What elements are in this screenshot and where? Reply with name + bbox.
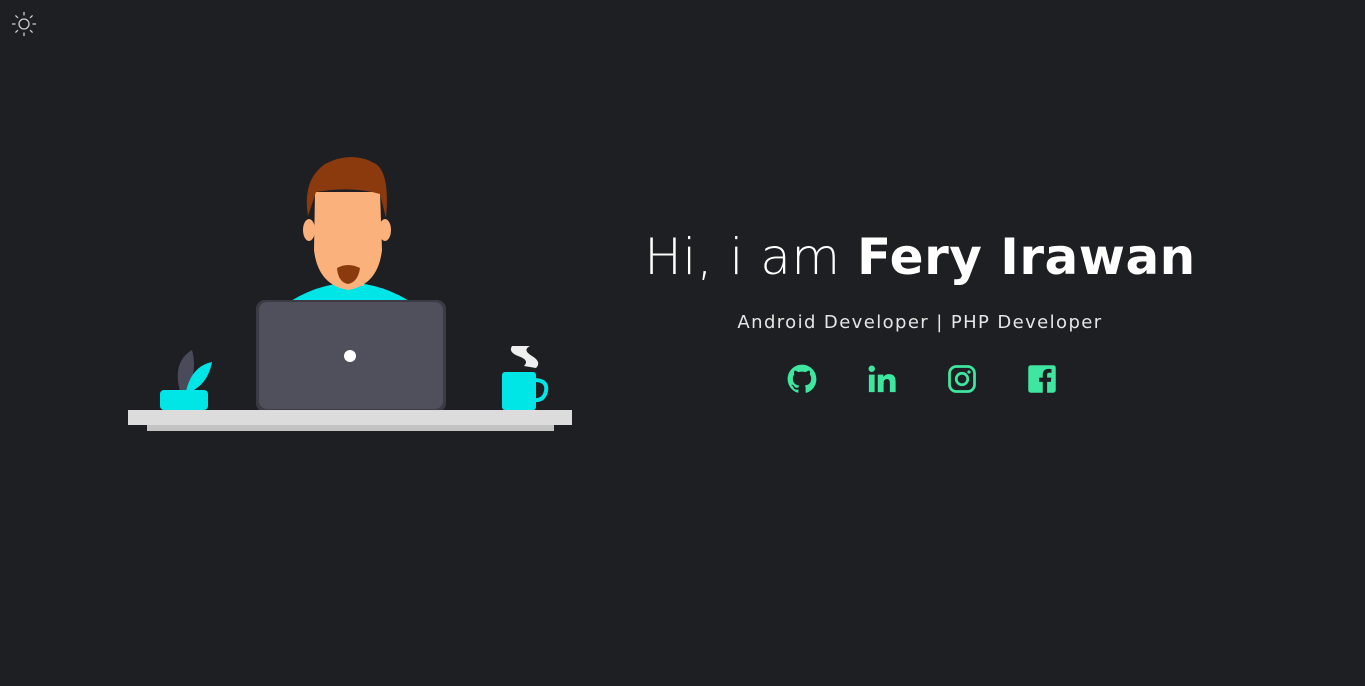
portfolio-page: Hi, i am Fery Irawan Android Developer |… xyxy=(0,0,1365,686)
github-link[interactable] xyxy=(786,363,818,395)
theme-toggle-button[interactable] xyxy=(11,11,37,37)
hero-greeting: Hi, i am Fery Irawan xyxy=(640,220,1200,294)
facebook-link[interactable] xyxy=(1026,363,1058,395)
sun-icon xyxy=(11,11,37,37)
person-ear-left xyxy=(303,219,315,241)
linkedin-link[interactable] xyxy=(866,363,898,395)
laptop-logo xyxy=(344,350,356,362)
plant-pot xyxy=(160,390,208,410)
hero-subtitle: Android Developer | PHP Developer xyxy=(737,312,1103,333)
mug-steam xyxy=(510,346,539,368)
facebook-icon xyxy=(1028,365,1056,393)
github-icon xyxy=(787,364,817,393)
linkedin-icon xyxy=(868,365,896,393)
social-links xyxy=(640,363,1200,395)
hero-section: Hi, i am Fery Irawan Android Developer |… xyxy=(640,220,1200,395)
developer-illustration xyxy=(128,157,572,431)
greeting-prefix: Hi, i am xyxy=(644,228,841,286)
desk-top xyxy=(128,410,572,425)
instagram-link[interactable] xyxy=(946,363,978,395)
mug-body xyxy=(502,372,536,410)
desk-under xyxy=(147,425,554,431)
instagram-icon xyxy=(948,365,976,393)
developer-name: Fery Irawan xyxy=(857,228,1196,286)
